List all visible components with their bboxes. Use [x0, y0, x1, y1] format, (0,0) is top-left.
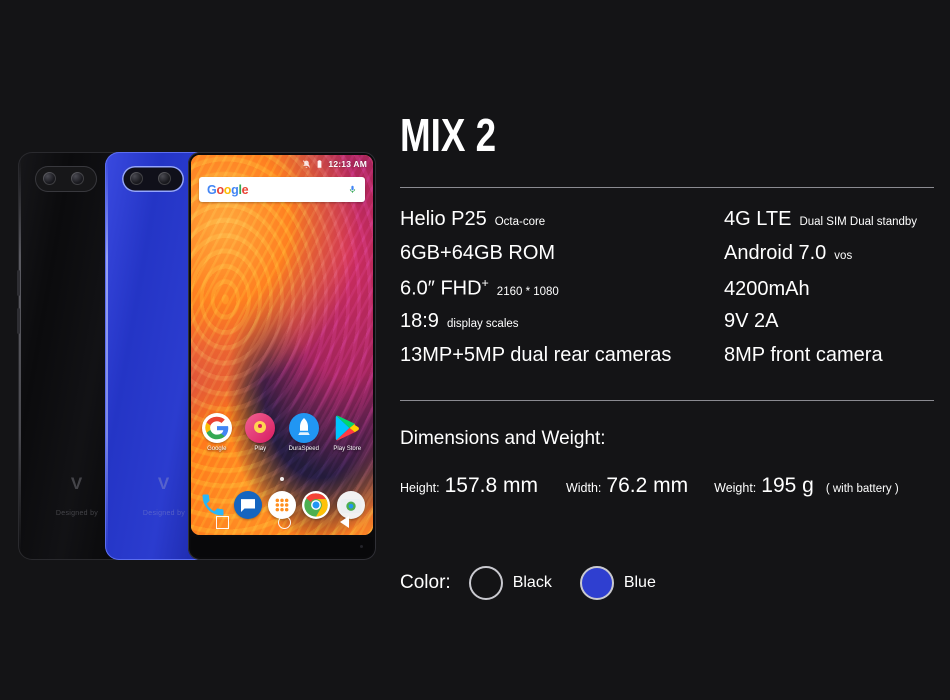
app-icon-play-store[interactable]: Play Store [328, 413, 366, 452]
app-label: Play [254, 446, 267, 452]
product-spec-banner: V Designed by V Designed by 12:13 AM Goo… [0, 0, 950, 700]
status-bar-clock: 12:13 AM [328, 158, 367, 169]
spec-main: 4200mAh [724, 277, 810, 300]
spec-main: 6GB+64GB ROM [400, 242, 556, 264]
spec-main: 9V 2A [724, 310, 779, 332]
battery-icon [318, 159, 322, 168]
spec-cell-charging: 9V 2A [724, 310, 934, 333]
spec-row: 13MP+5MP dual rear cameras 8MP front cam… [400, 344, 934, 378]
spec-cell-os: Android 7.0 vos [724, 242, 934, 265]
microphone-icon[interactable] [348, 183, 357, 196]
spec-cell-front-camera: 8MP front camera [724, 344, 934, 367]
dimension-width: Width: 76.2 mm [566, 474, 688, 498]
phone-chin [191, 537, 373, 557]
silent-mode-icon [303, 159, 311, 168]
google-search-widget[interactable]: Google [199, 177, 365, 202]
spec-cell-battery: 4200mAh [724, 278, 934, 301]
divider-middle [400, 400, 934, 401]
spec-main: 6.0″ FHD+ [400, 276, 489, 300]
color-swatch-blue[interactable] [579, 566, 614, 600]
dimensions-row: Height: 157.8 mm Width: 76.2 mm Weight: … [400, 474, 899, 498]
camera-lens-icon [130, 172, 143, 185]
spec-main: 8MP front camera [724, 344, 883, 366]
camera-lens-icon [71, 172, 84, 185]
duraspeed-app-icon [288, 413, 319, 443]
home-button[interactable] [277, 515, 291, 529]
color-selector: Color: Black Blue [400, 566, 656, 600]
spec-main: 4G LTE [724, 208, 792, 230]
spec-cell-display: 6.0″ FHD+ 2160 * 1080 [400, 276, 724, 301]
spec-cell-network: 4G LTE Dual SIM Dual standby [724, 208, 934, 231]
dimension-note: ( with battery ) [825, 483, 899, 495]
google-app-icon [201, 413, 232, 443]
spec-cell-aspect-ratio: 18:9 display scales [400, 310, 724, 333]
phone-screen: 12:13 AM Google Google Play DuraSpeed Pl… [191, 155, 373, 535]
color-name: Black [512, 574, 552, 591]
spec-main: 18:9 [400, 310, 439, 332]
dimension-label: Height: [400, 481, 440, 495]
spec-grid: Helio P25 Octa-core 4G LTE Dual SIM Dual… [400, 208, 934, 378]
play-music-app-icon [245, 413, 276, 443]
dimension-value: 157.8 mm [444, 474, 538, 497]
spec-row: 6.0″ FHD+ 2160 * 1080 4200mAh [400, 276, 934, 310]
spec-row: Helio P25 Octa-core 4G LTE Dual SIM Dual… [400, 208, 934, 242]
divider-top [400, 187, 934, 188]
spec-cell-rear-camera: 13MP+5MP dual rear cameras [400, 344, 724, 367]
spec-superscript: + [481, 276, 489, 290]
spec-row: 6GB+64GB ROM Android 7.0 vos [400, 242, 934, 276]
spec-sub: Octa-core [494, 216, 546, 228]
product-title: MIX 2 [400, 109, 497, 161]
page-indicator-dot [280, 477, 284, 481]
color-option-black[interactable]: Black [468, 566, 552, 600]
dimension-label: Width: [565, 481, 602, 495]
app-icon-duraspeed[interactable]: DuraSpeed [285, 413, 323, 452]
dimensions-heading: Dimensions and Weight: [400, 428, 606, 449]
recents-button[interactable] [215, 515, 229, 529]
color-name: Blue [623, 574, 656, 591]
product-photo: V Designed by V Designed by 12:13 AM Goo… [0, 0, 395, 700]
color-option-blue[interactable]: Blue [579, 566, 656, 600]
spec-sub: Dual SIM Dual standby [799, 216, 918, 228]
app-label: DuraSpeed [288, 446, 319, 452]
spec-sub: vos [834, 250, 853, 262]
app-icon-google[interactable]: Google [198, 413, 236, 452]
spec-main: Helio P25 [400, 208, 487, 230]
phone-edge-highlight [19, 158, 21, 554]
app-label: Google [207, 446, 227, 452]
spec-panel: MIX 2 Helio P25 Octa-core 4G LTE Dual SI… [400, 0, 934, 700]
android-nav-bar [191, 509, 373, 535]
volume-button [17, 270, 20, 296]
play-store-app-icon [332, 413, 362, 443]
google-logo: Google [207, 182, 249, 197]
rear-camera-module [35, 166, 97, 192]
phone-front-display: 12:13 AM Google Google Play DuraSpeed Pl… [188, 152, 376, 560]
home-screen-app-row: Google Play DuraSpeed Play Store [191, 413, 373, 452]
camera-lens-icon [43, 172, 56, 185]
phone-edge-highlight [106, 158, 108, 554]
dimension-value: 195 g [761, 474, 814, 497]
spec-main: Android 7.0 [724, 242, 827, 264]
camera-lens-icon [158, 172, 171, 185]
color-swatch-black[interactable] [468, 566, 503, 600]
color-label: Color: [400, 572, 451, 593]
dimension-height: Height: 157.8 mm [400, 474, 538, 498]
rear-camera-module [122, 166, 184, 192]
app-label: Play Store [333, 446, 362, 452]
dimension-value: 76.2 mm [606, 474, 689, 497]
spec-row: 18:9 display scales 9V 2A [400, 310, 934, 344]
spec-cell-processor: Helio P25 Octa-core [400, 208, 724, 231]
dimension-weight: Weight: 195 g ( with battery ) [714, 474, 899, 498]
spec-sub: 2160 * 1080 [496, 285, 559, 298]
status-bar: 12:13 AM [191, 155, 373, 172]
chin-sensor-dot [360, 545, 363, 548]
app-icon-play[interactable]: Play [241, 413, 279, 452]
spec-sub: display scales [446, 318, 519, 330]
back-button[interactable] [339, 516, 349, 528]
spec-main: 13MP+5MP dual rear cameras [400, 344, 672, 366]
spec-cell-memory: 6GB+64GB ROM [400, 242, 724, 265]
dimension-label: Weight: [714, 481, 757, 495]
power-button [17, 308, 20, 334]
